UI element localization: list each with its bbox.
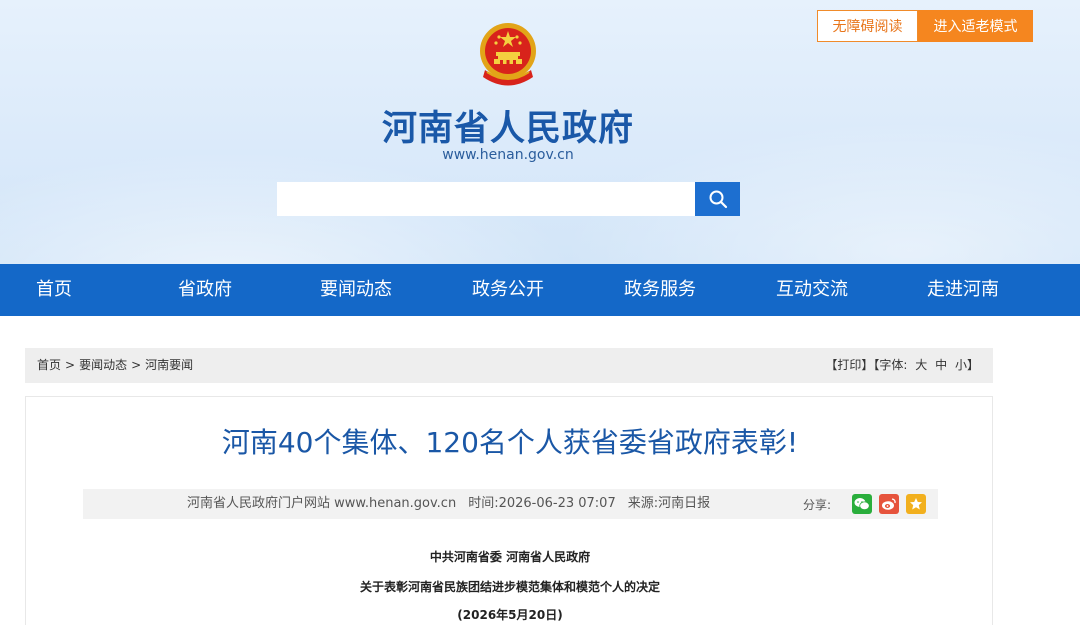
font-large-button[interactable]: 大 — [915, 358, 927, 372]
page-tools: 【打印】【字体: 大 中 小】 — [825, 348, 979, 383]
site-header: 无障碍阅读 进入适老模式 河南省人民政府 www.henan.gov.cn — [0, 0, 1080, 264]
article-origin: 来源:河南日报 — [627, 496, 711, 511]
search-icon — [709, 190, 727, 209]
article-meta: 河南省人民政府门户网站 www.henan.gov.cn 时间:2026-06-2… — [187, 489, 710, 519]
font-small-button[interactable]: 小 — [955, 358, 967, 372]
weibo-icon[interactable] — [879, 494, 899, 514]
nav-item-provincial-government[interactable]: 省政府 — [178, 264, 232, 316]
nav-item-interaction[interactable]: 互动交流 — [776, 264, 848, 316]
breadcrumb-home[interactable]: 首页 — [37, 358, 61, 372]
nav-item-news[interactable]: 要闻动态 — [320, 264, 392, 316]
search-input[interactable] — [277, 182, 695, 216]
article-info-bar: 河南省人民政府门户网站 www.henan.gov.cn 时间:2026-06-2… — [83, 489, 938, 519]
document-date: (2026年5月20日) — [457, 608, 563, 622]
elder-mode-button[interactable]: 进入适老模式 — [918, 10, 1033, 42]
font-size-label: 【字体: — [873, 358, 908, 372]
top-actions: 无障碍阅读 进入适老模式 — [817, 10, 1033, 42]
nav-item-about-henan[interactable]: 走进河南 — [927, 264, 999, 316]
search-bar — [277, 182, 740, 216]
star-icon[interactable] — [906, 494, 926, 514]
site-title: 河南省人民政府 — [381, 109, 634, 149]
breadcrumb-news[interactable]: 要闻动态 — [79, 358, 127, 372]
breadcrumb-separator: > — [131, 358, 142, 372]
nav-item-services[interactable]: 政务服务 — [624, 264, 696, 316]
document-title: 关于表彰河南省民族团结进步模范集体和模范个人的决定 — [359, 580, 660, 594]
breadcrumb-bar: 首页 > 要闻动态 > 河南要闻 【打印】【字体: 大 中 小】 — [25, 348, 993, 383]
source-site: 河南省人民政府门户网站 www.henan.gov.cn — [187, 496, 457, 511]
font-size-close: 】 — [966, 358, 979, 372]
main-nav: 首页 省政府 要闻动态 政务公开 政务服务 互动交流 走进河南 — [0, 264, 1080, 316]
site-url[interactable]: www.henan.gov.cn — [0, 147, 1016, 163]
share-bar: 分享: — [803, 489, 926, 519]
share-label: 分享: — [802, 497, 831, 512]
nav-item-government-affairs[interactable]: 政务公开 — [472, 264, 544, 316]
breadcrumb-separator: > — [65, 358, 76, 372]
breadcrumb-henan-news[interactable]: 河南要闻 — [145, 358, 193, 372]
accessibility-reading-button[interactable]: 无障碍阅读 — [817, 10, 918, 42]
search-button[interactable] — [695, 182, 740, 216]
nav-item-home[interactable]: 首页 — [36, 264, 72, 316]
wechat-icon[interactable] — [852, 494, 872, 514]
article-panel: 河南40个集体、120名个人获省委省政府表彰! 河南省人民政府门户网站 www.… — [25, 396, 993, 625]
publish-time: 时间:2026-06-23 07:07 — [468, 496, 616, 511]
breadcrumb: 首页 > 要闻动态 > 河南要闻 — [37, 348, 193, 383]
print-button[interactable]: 【打印】 — [825, 358, 873, 372]
article-title: 河南40个集体、120名个人获省委省政府表彰! — [221, 426, 799, 459]
font-medium-button[interactable]: 中 — [935, 358, 947, 372]
national-emblem-icon — [480, 23, 536, 86]
document-issuer: 中共河南省委 河南省人民政府 — [429, 550, 591, 564]
